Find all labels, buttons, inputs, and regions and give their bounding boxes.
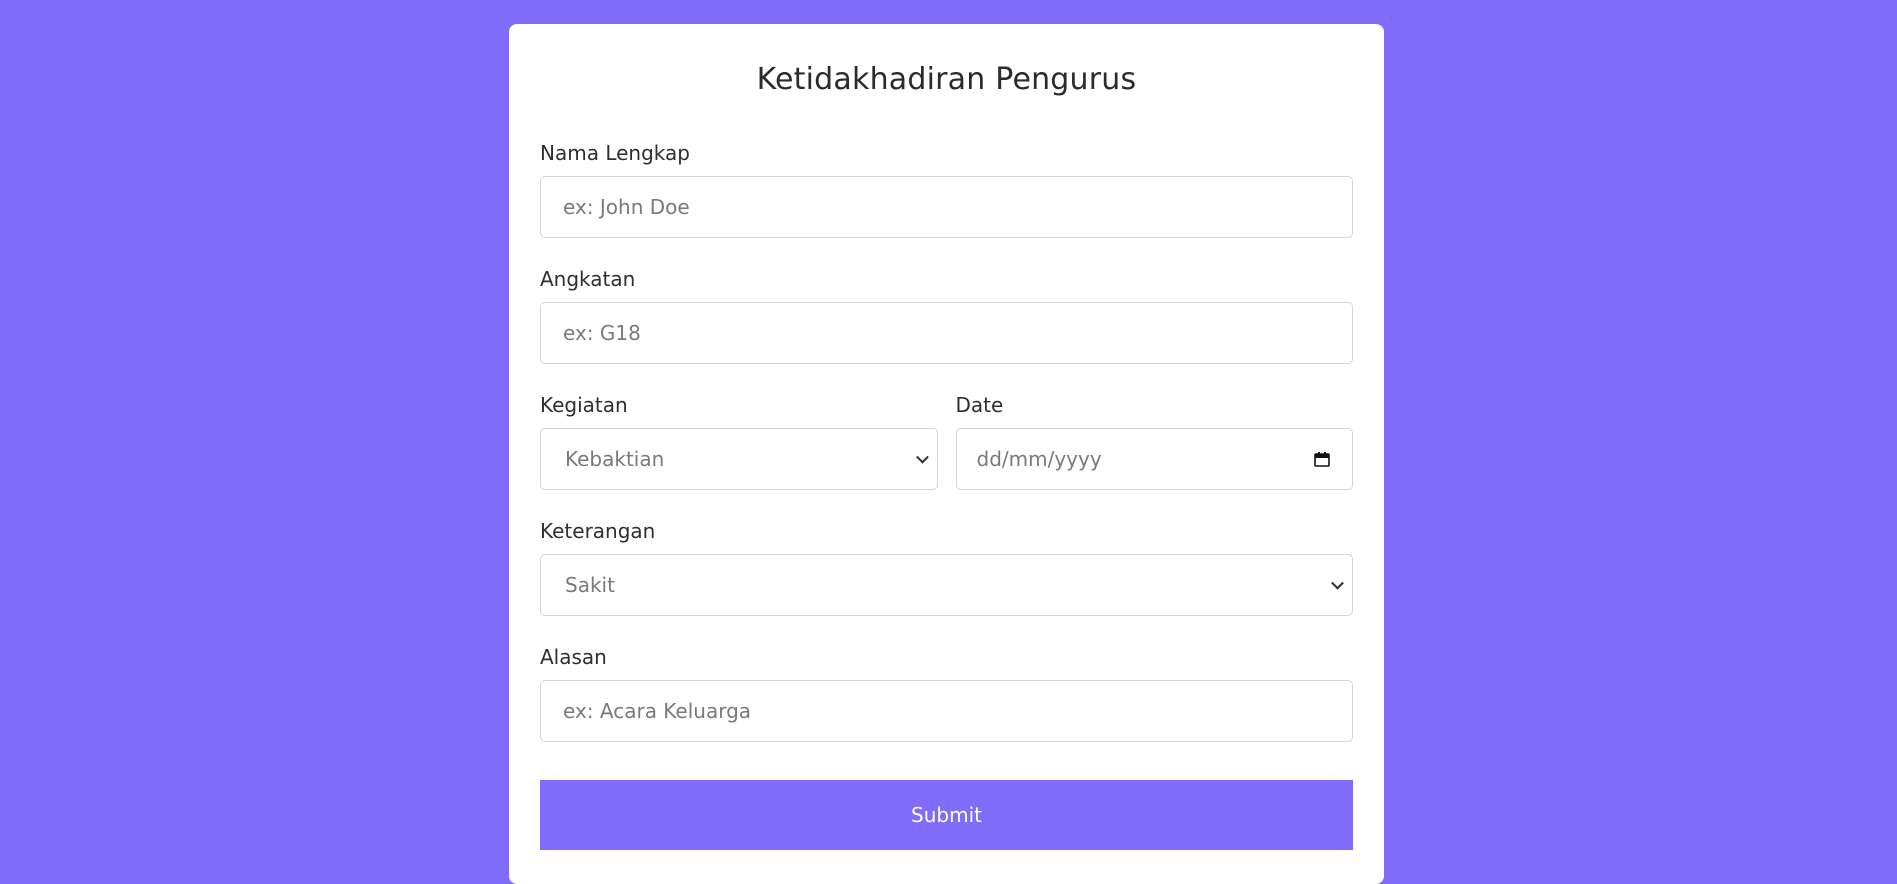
alasan-group: Alasan [540, 643, 1353, 742]
form-card: Ketidakhadiran Pengurus Nama Lengkap Ang… [509, 24, 1384, 884]
page-title: Ketidakhadiran Pengurus [756, 62, 1137, 97]
angkatan-field-wrapper [540, 302, 1353, 364]
kegiatan-date-row: Kegiatan Kebaktian Date dd/mm/yyyy [540, 391, 1353, 490]
date-label: Date [955, 393, 1004, 417]
date-input[interactable]: dd/mm/yyyy [955, 428, 1353, 490]
keterangan-label: Keterangan [540, 519, 656, 543]
kegiatan-label: Kegiatan [540, 393, 628, 417]
date-group: Date dd/mm/yyyy [955, 391, 1353, 490]
angkatan-input[interactable] [561, 320, 1332, 346]
nama-label: Nama Lengkap [540, 141, 690, 165]
calendar-icon[interactable] [1314, 451, 1330, 467]
angkatan-group: Angkatan [540, 265, 1353, 364]
date-placeholder: dd/mm/yyyy [976, 447, 1102, 471]
nama-input[interactable] [561, 194, 1332, 220]
kegiatan-selected-value: Kebaktian [565, 447, 665, 471]
submit-button[interactable]: Submit [540, 780, 1353, 850]
keterangan-selected-value: Sakit [565, 573, 615, 597]
keterangan-group: Keterangan Sakit [540, 517, 1353, 616]
alasan-field-wrapper [540, 680, 1353, 742]
nama-field-wrapper [540, 176, 1353, 238]
chevron-down-icon [1331, 576, 1344, 590]
angkatan-label: Angkatan [540, 267, 636, 291]
nama-group: Nama Lengkap [540, 139, 1353, 238]
alasan-input[interactable] [561, 698, 1332, 724]
chevron-down-icon [915, 450, 929, 464]
alasan-label: Alasan [540, 645, 607, 669]
kegiatan-group: Kegiatan Kebaktian [540, 391, 938, 490]
keterangan-select[interactable]: Sakit [540, 554, 1353, 616]
kegiatan-select[interactable]: Kebaktian [540, 428, 938, 490]
